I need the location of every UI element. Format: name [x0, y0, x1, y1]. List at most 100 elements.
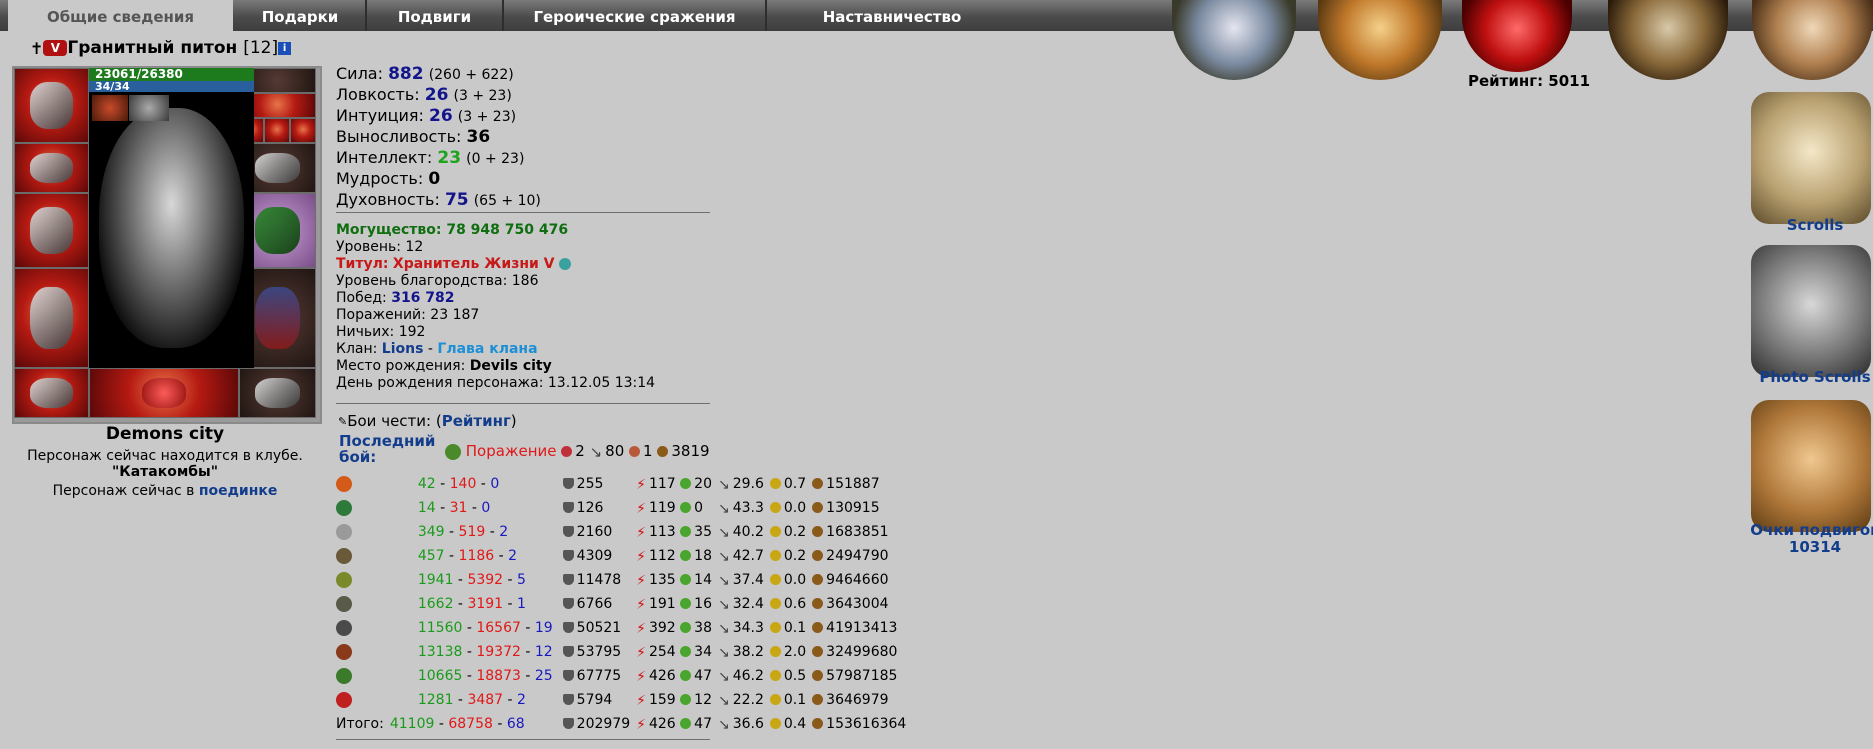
tab-mentorship[interactable]: Наставничество — [767, 0, 1017, 31]
effect-icon[interactable] — [92, 95, 128, 121]
ring-slot-3[interactable] — [290, 118, 316, 143]
wins: 41109 — [389, 716, 435, 732]
crown-medal-icon[interactable] — [1172, 0, 1296, 80]
last-fight-outcome[interactable]: Поражение — [466, 442, 557, 460]
divider — [336, 212, 710, 213]
red-gem-icon[interactable] — [1462, 0, 1572, 72]
club-name: "Катакомбы" — [111, 464, 219, 480]
stat-row: Ловкость: 26 (3 + 23) — [336, 85, 541, 106]
totals-label: Итого: — [336, 716, 384, 732]
rating-link[interactable]: Рейтинг — [442, 412, 511, 430]
bolt-value: 113 — [648, 523, 676, 540]
battle-type-icon[interactable] — [336, 596, 352, 612]
losses: 5392 — [467, 572, 504, 588]
stat-extra: (65 + 10) — [473, 193, 541, 209]
bolt-icon: ⚡ — [636, 596, 646, 613]
skull-icon — [561, 446, 573, 457]
title-line: Титул: Хранитель Жизни V — [336, 256, 655, 273]
bolt-value: 392 — [648, 619, 676, 636]
helmet-medal-icon[interactable] — [1608, 0, 1728, 80]
plus-icon — [680, 573, 692, 585]
boots-slot[interactable] — [239, 368, 316, 418]
battle-type-icon[interactable] — [336, 644, 352, 660]
shield-value: 6766 — [576, 596, 613, 612]
shield-value: 11478 — [576, 572, 622, 588]
tab-gifts[interactable]: Подарки — [235, 0, 367, 31]
tab-heroic-battles[interactable]: Героические сражения — [504, 0, 767, 31]
gem-icon — [629, 446, 641, 457]
battle-type-icon[interactable] — [336, 668, 352, 684]
shield-value: 255 — [576, 476, 604, 492]
shield-value: 50521 — [576, 620, 622, 636]
stat-row: Сила: 882 (260 + 622) — [336, 64, 541, 85]
tab-feats[interactable]: Подвиги — [367, 0, 504, 31]
city-name: Demons city — [105, 424, 225, 444]
belt-slot[interactable] — [14, 368, 89, 418]
plus-icon — [680, 645, 692, 657]
shield-value: 4309 — [576, 548, 613, 564]
last-fight-label[interactable]: Последний бой: — [339, 433, 435, 465]
armor-slot[interactable] — [14, 268, 89, 368]
helmet-slot[interactable] — [14, 68, 89, 143]
stat-extra: (3 + 23) — [457, 109, 517, 125]
bolt-icon: ⚡ — [636, 548, 646, 565]
feats-book-icon[interactable] — [1751, 400, 1871, 532]
sword-icon: ↘ — [717, 572, 730, 589]
battle-type-icon[interactable] — [336, 620, 352, 636]
coin-icon — [769, 598, 781, 609]
draws: 1 — [517, 596, 526, 612]
battle-type-icon[interactable] — [336, 572, 352, 588]
photo-scrolls-link[interactable]: Photo Scrolls — [1745, 369, 1873, 386]
fight-status: Персонаж сейчас в поединке — [10, 483, 320, 499]
title-value: Хранитель Жизни V — [392, 256, 555, 272]
fight-link[interactable]: поединке — [199, 483, 278, 499]
tab-general[interactable]: Общие сведения — [8, 0, 233, 31]
sword-value: 37.4 — [732, 571, 764, 588]
losses: 16567 — [476, 620, 521, 636]
stat-value: 26 — [424, 85, 449, 105]
battle-type-icon[interactable] — [336, 476, 352, 492]
losses: 31 — [449, 500, 468, 516]
coin-icon — [769, 622, 781, 633]
plus-value: 35 — [694, 523, 712, 540]
battle-type-icon[interactable] — [336, 524, 352, 540]
ring-slot-2[interactable] — [264, 118, 290, 143]
rank-v-medal-icon[interactable] — [1318, 0, 1442, 80]
stat-value: 0 — [428, 169, 441, 189]
battle-type-icon[interactable] — [336, 500, 352, 516]
amulet-bar-slot[interactable] — [89, 368, 239, 418]
bolt-value: 117 — [648, 475, 676, 492]
v-rank-badge-icon[interactable]: V — [43, 40, 68, 56]
bolt-icon: ⚡ — [636, 572, 646, 589]
camera-icon[interactable] — [1751, 245, 1871, 377]
character-name: Гранитный питон — [67, 38, 238, 58]
bag-icon — [812, 550, 824, 561]
sword-icon: ↘ — [717, 644, 730, 661]
warrior-medal-icon[interactable] — [1752, 0, 1873, 80]
sword-icon: ↘ — [717, 548, 730, 565]
effect-icon[interactable] — [129, 95, 169, 121]
sword-value: 32.4 — [732, 595, 764, 612]
stat-label: Ловкость: — [336, 85, 420, 104]
plus-value: 0 — [694, 499, 704, 516]
bolt-value: 159 — [648, 691, 676, 708]
scrolls-icon[interactable] — [1751, 92, 1871, 224]
title-icon — [558, 258, 571, 270]
scrolls-link[interactable]: Scrolls — [1745, 217, 1873, 234]
bolt-value: 112 — [648, 547, 676, 564]
coin-icon — [769, 526, 781, 537]
battle-type-icon[interactable] — [336, 548, 352, 564]
table-row: 42 - 140 - 0 255 ⚡ 117 20 ↘ 29.6 0.7 151887 — [336, 472, 912, 496]
feats-label[interactable]: Очки подвигов — [1745, 522, 1873, 539]
wins: 1662 — [417, 596, 454, 612]
weapon-slot[interactable] — [14, 193, 89, 268]
coin-value: 0.7 — [783, 476, 807, 492]
clan-link[interactable]: Lions — [382, 341, 424, 357]
coin-icon — [769, 646, 781, 657]
character-avatar[interactable]: 23061/26380 34/34 — [89, 68, 254, 368]
info-icon[interactable]: i — [278, 41, 292, 55]
wins: 457 — [417, 548, 445, 564]
bracers-slot[interactable] — [14, 143, 89, 193]
stat-extra: (3 + 23) — [453, 88, 512, 104]
battle-type-icon[interactable] — [336, 692, 352, 708]
